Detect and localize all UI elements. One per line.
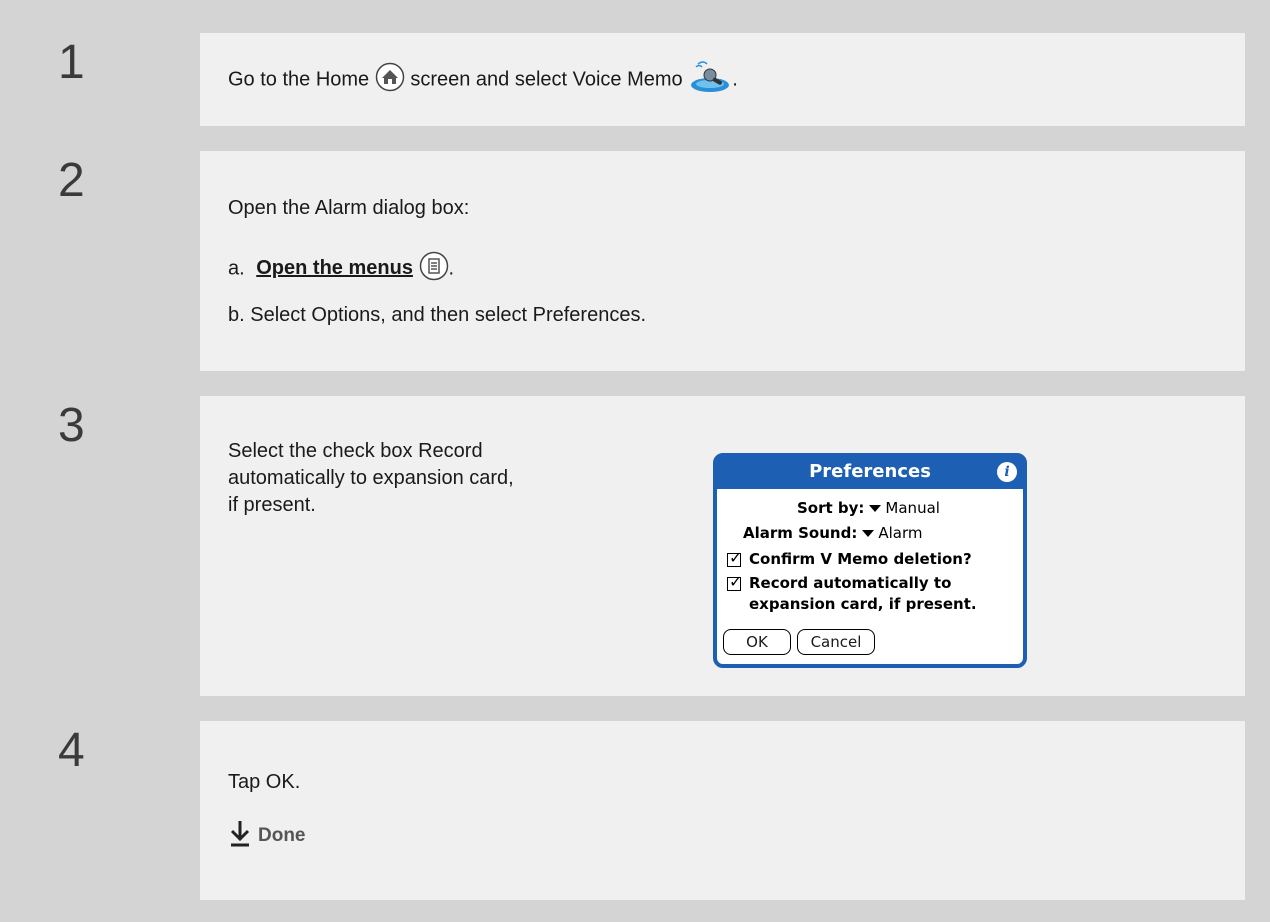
dialog-title: Preferences [717, 457, 1023, 489]
sort-by-label: Sort by: [797, 499, 865, 517]
step-number-cell: 3 [25, 396, 200, 696]
cancel-button[interactable]: Cancel [797, 629, 875, 655]
dropdown-arrow-icon[interactable] [869, 504, 882, 512]
substep-end: . [448, 257, 455, 280]
down-arrow-icon [228, 819, 252, 853]
substep-prefix: a. [228, 257, 245, 280]
step-number: 3 [58, 399, 85, 452]
record-automatically-checkbox[interactable] [727, 572, 742, 591]
info-icon[interactable]: i [997, 462, 1017, 482]
substep-b: b. Select Options, and then select Prefe… [228, 304, 647, 326]
confirm-deletion-row: Confirm V Memo deletion? [727, 548, 972, 568]
record-auto-row-cont: expansion card, if present. [749, 595, 977, 613]
record-automatically-label: Record automatically to [749, 574, 952, 592]
dropdown-arrow-icon[interactable] [862, 529, 875, 537]
step-intro: Open the Alarm dialog box: [228, 197, 470, 219]
step-content: Select the check box Record automaticall… [200, 396, 1245, 696]
step-text-line: Select the check box Record [228, 440, 483, 462]
step-text-part: Go to the Home [228, 68, 370, 91]
step-text-line: automatically to expansion card, [228, 467, 514, 489]
alarm-sound-value[interactable]: Alarm [878, 524, 922, 542]
done-label: Done [258, 825, 306, 847]
substep-a: a. Open the menus . [228, 251, 454, 287]
sort-by-row: Sort by: Manual [797, 499, 940, 517]
confirm-deletion-label: Confirm V Memo deletion? [749, 550, 972, 568]
step-3: 3 Select the check box Record automatica… [25, 396, 1245, 696]
menu-icon [419, 251, 449, 287]
step-content: Go to the Home screen and select Voice M… [200, 33, 1245, 126]
step-number: 2 [58, 154, 85, 207]
preferences-dialog: Preferences i Sort by: Manual Alarm Sound… [713, 453, 1027, 668]
record-auto-row: Record automatically to [727, 572, 952, 592]
open-menus-link[interactable]: Open the menus [256, 257, 413, 279]
step-number-cell: 4 [25, 721, 200, 900]
step-2: 2 Open the Alarm dialog box: a. Open the… [25, 151, 1245, 371]
step-text-part: . [732, 68, 738, 91]
step-text-line: if present. [228, 494, 316, 516]
sort-by-value[interactable]: Manual [885, 499, 940, 517]
step-number-cell: 2 [25, 151, 200, 371]
step-text-part: screen and select Voice Memo [410, 68, 683, 91]
step-number: 1 [58, 36, 85, 89]
voice-memo-icon [688, 61, 732, 99]
step-text: Tap OK. [228, 771, 301, 793]
alarm-sound-label: Alarm Sound: [743, 524, 858, 542]
confirm-deletion-checkbox[interactable] [727, 548, 742, 567]
ok-button[interactable]: OK [723, 629, 791, 655]
step-number: 4 [58, 724, 85, 777]
step-1: 1 Go to the Home screen and select Voice… [25, 33, 1245, 126]
step-text: Go to the Home screen and select Voice M… [228, 61, 738, 99]
record-automatically-label-cont: expansion card, if present. [749, 595, 977, 613]
alarm-sound-row: Alarm Sound: Alarm [743, 524, 922, 542]
step-content: Open the Alarm dialog box: a. Open the m… [200, 151, 1245, 371]
done-indicator: Done [228, 819, 306, 853]
step-4: 4 Tap OK. Done [25, 721, 1245, 900]
step-number-cell: 1 [25, 33, 200, 126]
step-content: Tap OK. Done [200, 721, 1245, 900]
home-icon [375, 62, 405, 98]
